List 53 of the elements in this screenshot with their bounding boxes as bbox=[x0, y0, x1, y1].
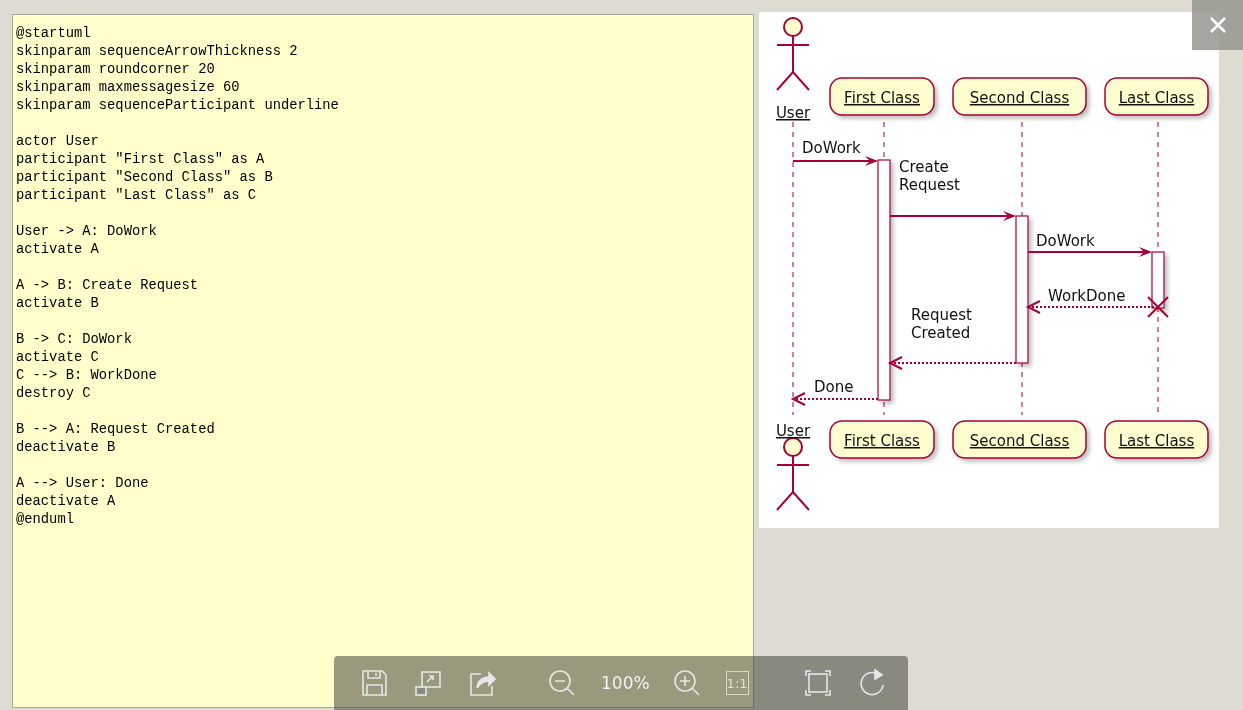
zoom-in-button[interactable] bbox=[671, 668, 702, 698]
close-icon bbox=[1208, 16, 1227, 34]
code-line: B --> A: Request Created bbox=[16, 421, 215, 439]
code-line: skinparam roundcorner 20 bbox=[16, 61, 215, 79]
activation-bar bbox=[1151, 251, 1165, 309]
code-line: skinparam sequenceParticipant underline bbox=[16, 97, 339, 115]
fit-screen-button[interactable] bbox=[802, 668, 833, 698]
message-label: Request Created bbox=[911, 306, 972, 342]
zoom-out-button[interactable] bbox=[547, 668, 577, 698]
code-line: participant "Last Class" as C bbox=[16, 187, 257, 205]
zoom-in-icon bbox=[671, 668, 702, 698]
code-line: participant "Second Class" as B bbox=[16, 169, 273, 187]
code-line: deactivate B bbox=[16, 439, 116, 457]
code-line: activate C bbox=[16, 349, 99, 367]
code-line: activate B bbox=[16, 295, 99, 313]
code-line: @startuml bbox=[16, 25, 91, 43]
code-line: C --> B: WorkDone bbox=[16, 367, 157, 385]
code-line: User -> A: DoWork bbox=[16, 223, 157, 241]
code-line: participant "First Class" as A bbox=[16, 151, 265, 169]
participant-label: Second Class bbox=[969, 432, 1070, 450]
save-button[interactable] bbox=[359, 668, 389, 698]
fit-screen-icon bbox=[802, 668, 833, 698]
code-line: A --> User: Done bbox=[16, 475, 149, 493]
share-button[interactable] bbox=[467, 668, 497, 698]
participant-label: Last Class bbox=[1118, 432, 1195, 450]
share-icon bbox=[467, 668, 497, 698]
code-line: B -> C: DoWork bbox=[16, 331, 132, 349]
participant-label: Last Class bbox=[1118, 89, 1195, 107]
code-line: A -> B: Create Request bbox=[16, 277, 199, 295]
zoom-out-icon bbox=[547, 668, 577, 698]
message-label: WorkDone bbox=[1048, 287, 1126, 305]
code-line: skinparam sequenceArrowThickness 2 bbox=[16, 43, 298, 61]
actor-label: User bbox=[775, 422, 811, 440]
code-line: activate A bbox=[16, 241, 99, 259]
close-button[interactable] bbox=[1192, 0, 1243, 50]
actor-label: User bbox=[775, 104, 811, 122]
code-line: skinparam maxmessagesize 60 bbox=[16, 79, 240, 97]
resize-button[interactable] bbox=[413, 668, 443, 698]
zoom-level: 100% bbox=[601, 673, 650, 693]
code-line: deactivate A bbox=[16, 493, 116, 511]
code-line: @enduml bbox=[16, 511, 74, 529]
message-label: Create Request bbox=[899, 158, 960, 194]
participant-label: First Class bbox=[844, 89, 920, 107]
message-label: Done bbox=[814, 378, 854, 396]
save-icon bbox=[359, 668, 389, 698]
code-line: destroy C bbox=[16, 385, 91, 403]
message-label: DoWork bbox=[802, 139, 861, 157]
participant-label: Second Class bbox=[969, 89, 1070, 107]
message-label: DoWork bbox=[1036, 232, 1095, 250]
participant-label: First Class bbox=[844, 432, 920, 450]
editor-panel[interactable] bbox=[12, 14, 754, 708]
resize-icon bbox=[413, 668, 443, 698]
code-line: actor User bbox=[16, 133, 99, 151]
